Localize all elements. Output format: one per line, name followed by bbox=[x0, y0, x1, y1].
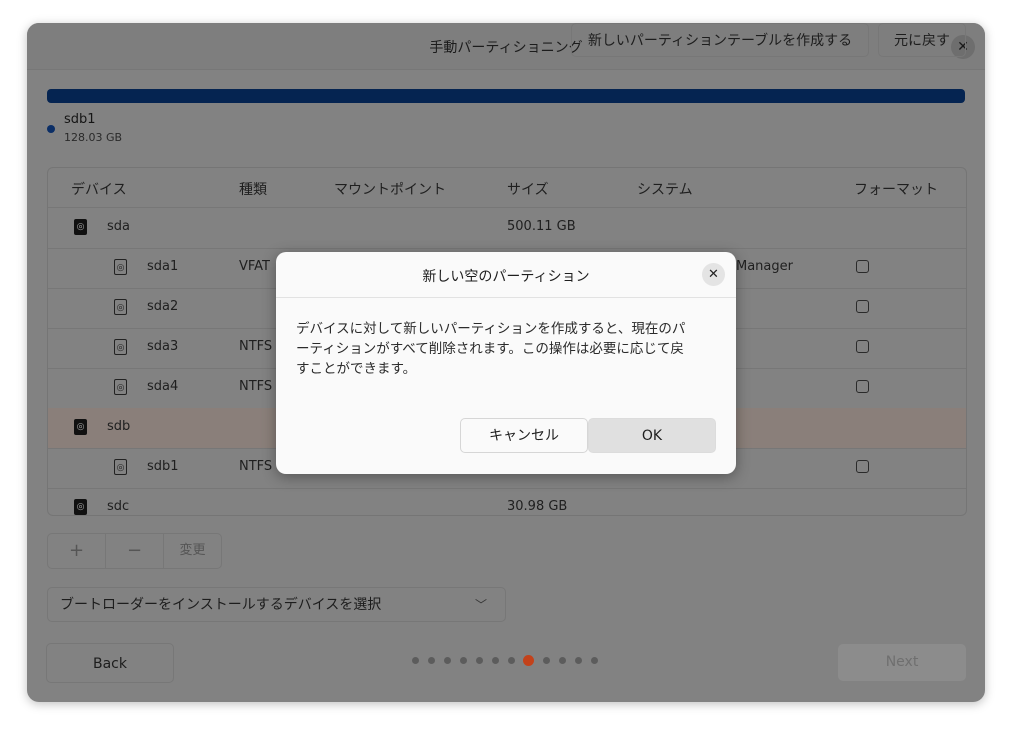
header-device: デバイス bbox=[71, 182, 127, 198]
page-dot-active bbox=[523, 655, 534, 666]
format-checkbox[interactable] bbox=[856, 300, 869, 313]
header-system: システム bbox=[637, 182, 693, 198]
dialog-message-line: ーティションがすべて削除されます。この操作は必要に応じて戻 bbox=[296, 341, 684, 357]
partition-icon: ◎ bbox=[114, 259, 127, 275]
row-device: sdb bbox=[107, 419, 131, 434]
header-type: 種類 bbox=[239, 182, 267, 198]
page-dot bbox=[444, 657, 451, 664]
legend-partition-size: 128.03 GB bbox=[64, 131, 123, 144]
legend-color-dot bbox=[47, 125, 55, 133]
partition-icon: ◎ bbox=[114, 379, 127, 395]
row-size: 30.98 GB bbox=[507, 499, 568, 514]
row-device: sda bbox=[107, 219, 130, 234]
row-device: sda1 bbox=[147, 259, 179, 274]
change-partition-button[interactable]: 変更 bbox=[164, 534, 221, 568]
dialog-title: 新しい空のパーティション bbox=[422, 269, 590, 285]
row-type: NTFS bbox=[239, 339, 273, 354]
cancel-button[interactable]: キャンセル bbox=[460, 418, 588, 453]
header-format: フォーマット bbox=[854, 182, 938, 198]
disk-usage-bar bbox=[47, 89, 965, 103]
remove-partition-button[interactable]: − bbox=[106, 534, 164, 568]
row-device: sda3 bbox=[147, 339, 179, 354]
row-device: sdb1 bbox=[147, 459, 179, 474]
table-row[interactable]: ◎ sda 500.11 GB bbox=[48, 208, 966, 249]
format-checkbox[interactable] bbox=[856, 260, 869, 273]
disk-icon: ◎ bbox=[74, 499, 87, 515]
new-empty-partition-dialog: 新しい空のパーティション ✕ デバイスに対して新しいパーティションを作成すると、… bbox=[276, 252, 736, 474]
dialog-header: 新しい空のパーティション ✕ bbox=[276, 252, 736, 298]
disk-icon: ◎ bbox=[74, 419, 87, 435]
partition-icon: ◎ bbox=[114, 299, 127, 315]
page-dot bbox=[591, 657, 598, 664]
disk-icon: ◎ bbox=[74, 219, 87, 235]
page-dot bbox=[476, 657, 483, 664]
page-dot bbox=[508, 657, 515, 664]
partition-icon: ◎ bbox=[114, 459, 127, 475]
row-device: sdc bbox=[107, 499, 130, 514]
row-type: NTFS bbox=[239, 459, 273, 474]
table-header: デバイス 種類 マウントポイント サイズ システム フォーマット bbox=[48, 168, 966, 208]
new-partition-table-button[interactable]: 新しいパーティションテーブルを作成する bbox=[571, 23, 869, 57]
revert-button[interactable]: 元に戻す bbox=[878, 23, 966, 57]
add-partition-button[interactable]: + bbox=[48, 534, 106, 568]
ok-button[interactable]: OK bbox=[588, 418, 716, 453]
format-checkbox[interactable] bbox=[856, 460, 869, 473]
table-row[interactable]: ◎ sdc 30.98 GB bbox=[48, 488, 966, 515]
partition-edit-buttons: + − 変更 bbox=[47, 533, 222, 569]
page-dot bbox=[559, 657, 566, 664]
row-type: VFAT bbox=[239, 259, 271, 274]
next-button[interactable]: Next bbox=[838, 644, 966, 681]
format-checkbox[interactable] bbox=[856, 380, 869, 393]
bootloader-device-select[interactable]: ブートローダーをインストールするデバイスを選択 ﹀ bbox=[47, 587, 506, 622]
dialog-message-line: すことができます。 bbox=[296, 361, 417, 377]
row-system: Manager bbox=[736, 259, 793, 274]
page-dot bbox=[460, 657, 467, 664]
page-dot bbox=[543, 657, 550, 664]
row-type: NTFS bbox=[239, 379, 273, 394]
page-dot bbox=[412, 657, 419, 664]
dialog-message: デバイスに対して新しいパーティションを作成すると、現在のパ ーティションがすべて… bbox=[296, 319, 716, 379]
partition-icon: ◎ bbox=[114, 339, 127, 355]
page-dot bbox=[575, 657, 582, 664]
header-size: サイズ bbox=[507, 182, 549, 198]
page-dot bbox=[492, 657, 499, 664]
dialog-message-line: デバイスに対して新しいパーティションを作成すると、現在のパ bbox=[296, 321, 686, 337]
row-device: sda2 bbox=[147, 299, 179, 314]
page-dot bbox=[428, 657, 435, 664]
row-size: 500.11 GB bbox=[507, 219, 576, 234]
row-device: sda4 bbox=[147, 379, 179, 394]
format-checkbox[interactable] bbox=[856, 340, 869, 353]
close-icon[interactable]: ✕ bbox=[702, 263, 725, 286]
back-button[interactable]: Back bbox=[46, 643, 174, 683]
header-mount: マウントポイント bbox=[334, 182, 446, 198]
bootloader-select-label: ブートローダーをインストールするデバイスを選択 bbox=[60, 597, 382, 613]
legend-partition-name: sdb1 bbox=[64, 112, 96, 127]
chevron-down-icon: ﹀ bbox=[474, 598, 487, 612]
